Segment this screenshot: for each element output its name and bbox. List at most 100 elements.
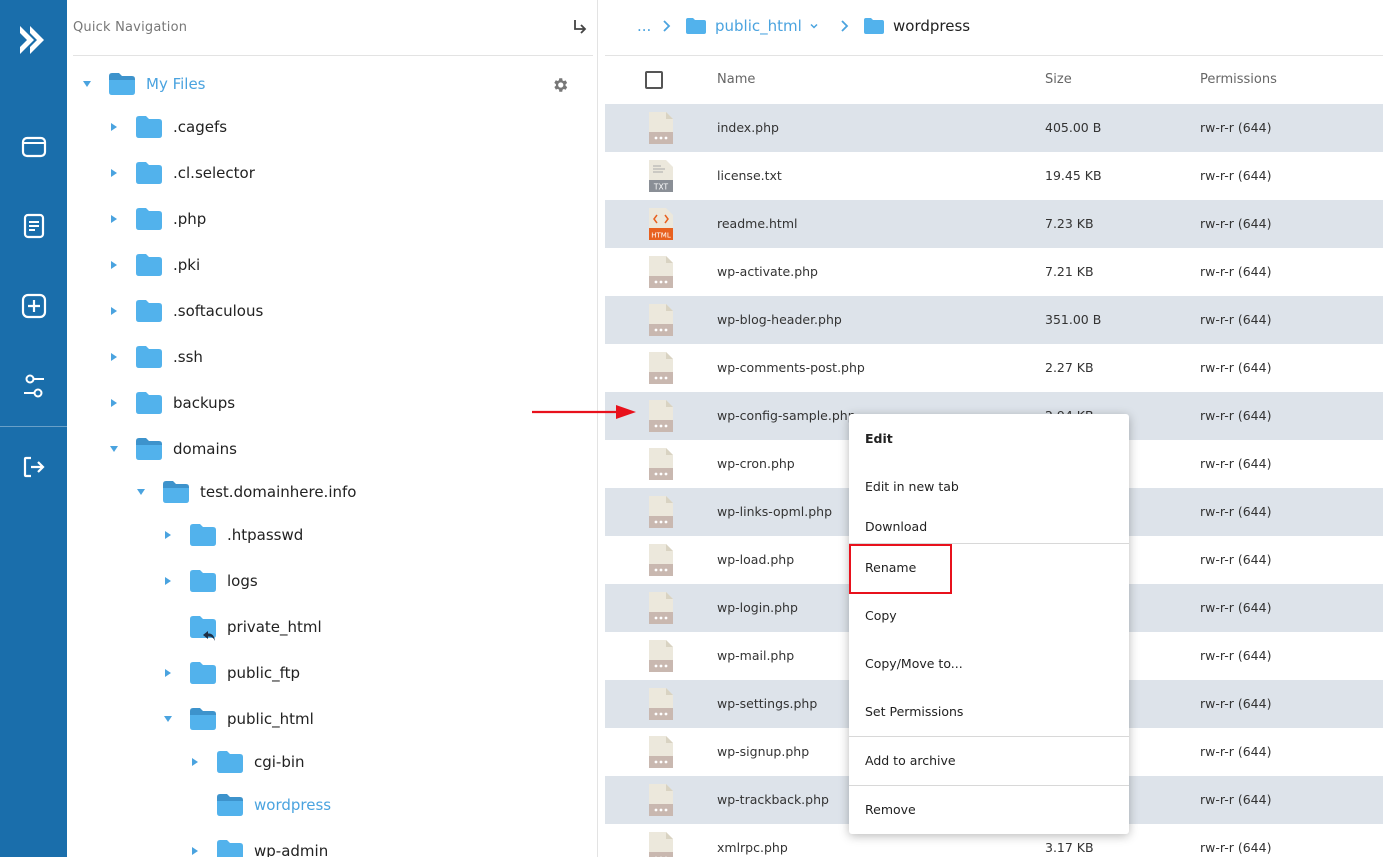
menu-item-copy-move[interactable]: Copy/Move to... <box>849 656 1129 671</box>
tree-item[interactable]: public_html <box>162 701 314 737</box>
file-name: wp-signup.php <box>717 744 810 759</box>
caret-right-icon[interactable] <box>162 667 174 679</box>
table-row[interactable]: HTML readme.html 7.23 KB rw-r-r (644) <box>605 200 1383 248</box>
caret-right-icon[interactable] <box>189 756 201 768</box>
file-name: index.php <box>717 120 779 135</box>
php-file-icon <box>647 495 675 529</box>
menu-item-remove[interactable]: Remove <box>849 802 1129 817</box>
tree-item-label: .ssh <box>173 348 203 366</box>
logout-icon[interactable] <box>0 437 67 497</box>
tree-item-label: My Files <box>146 75 206 93</box>
caret-right-icon[interactable] <box>162 575 174 587</box>
tree-item-label: .cagefs <box>173 118 228 136</box>
tree-item[interactable]: logs <box>162 563 258 599</box>
tree-item-label: private_html <box>227 618 322 636</box>
caret-right-icon[interactable] <box>162 529 174 541</box>
caret-spacer <box>189 799 201 811</box>
files-icon[interactable] <box>0 116 67 176</box>
tree-item[interactable]: .pki <box>108 247 200 283</box>
folder-open-icon <box>162 480 190 504</box>
select-all-checkbox[interactable] <box>645 71 663 89</box>
chevron-down-icon[interactable] <box>808 20 820 32</box>
file-name: wp-links-opml.php <box>717 504 833 519</box>
column-header-size[interactable]: Size <box>1045 72 1072 87</box>
folder-icon <box>135 115 163 139</box>
breadcrumb-wordpress[interactable]: wordpress <box>863 14 970 38</box>
menu-item-download[interactable]: Download <box>849 519 1129 534</box>
caret-right-icon[interactable] <box>108 167 120 179</box>
folder-icon <box>135 207 163 231</box>
folder-icon <box>135 161 163 185</box>
column-header-permissions[interactable]: Permissions <box>1200 72 1277 87</box>
tree-item[interactable]: .cl.selector <box>108 155 255 191</box>
folder-icon <box>135 345 163 369</box>
gear-icon[interactable] <box>551 76 569 94</box>
tree-item-label: public_html <box>227 710 314 728</box>
table-row[interactable]: index.php 405.00 B rw-r-r (644) <box>605 104 1383 152</box>
menu-item-edit[interactable]: Edit <box>849 431 1129 446</box>
tree-item[interactable]: wp-admin <box>189 833 328 857</box>
php-file-icon <box>647 351 675 385</box>
quick-navigation[interactable]: Quick Navigation <box>73 0 593 56</box>
add-icon[interactable] <box>0 276 67 336</box>
php-file-icon <box>647 639 675 673</box>
table-row[interactable]: wp-blog-header.php 351.00 B rw-r-r (644) <box>605 296 1383 344</box>
caret-down-icon[interactable] <box>162 713 174 725</box>
tree-item[interactable]: public_ftp <box>162 655 300 691</box>
php-file-icon <box>647 255 675 289</box>
php-file-icon <box>647 735 675 769</box>
go-arrow-icon[interactable] <box>569 16 591 38</box>
php-file-icon <box>647 447 675 481</box>
tree-item[interactable]: .ssh <box>108 339 203 375</box>
svg-text:HTML: HTML <box>651 232 671 240</box>
quick-navigation-input[interactable]: Quick Navigation <box>73 20 187 35</box>
menu-item-copy[interactable]: Copy <box>849 608 1129 623</box>
caret-down-icon[interactable] <box>135 486 147 498</box>
table-row[interactable]: TXT license.txt 19.45 KB rw-r-r (644) <box>605 152 1383 200</box>
folder-tree-panel: Quick Navigation My Files .cagefs .cl.sele… <box>67 0 598 857</box>
caret-right-icon[interactable] <box>108 351 120 363</box>
logo-icon[interactable] <box>0 10 67 70</box>
tree-root-my-files[interactable]: My Files <box>81 66 206 102</box>
tree-item[interactable]: test.domainhere.info <box>135 474 356 510</box>
table-row[interactable]: wp-activate.php 7.21 KB rw-r-r (644) <box>605 248 1383 296</box>
tree-item[interactable]: domains <box>108 431 237 467</box>
menu-item-edit-new-tab[interactable]: Edit in new tab <box>849 479 1129 494</box>
breadcrumb-ellipsis[interactable]: ... <box>637 14 651 38</box>
tree-item-label: .cl.selector <box>173 164 255 182</box>
tree-item[interactable]: .softaculous <box>108 293 263 329</box>
menu-item-set-permissions[interactable]: Set Permissions <box>849 704 1129 719</box>
document-icon[interactable] <box>0 196 67 256</box>
caret-right-icon[interactable] <box>108 213 120 225</box>
column-header-name[interactable]: Name <box>717 72 755 87</box>
table-row[interactable]: wp-comments-post.php 2.27 KB rw-r-r (644) <box>605 344 1383 392</box>
caret-right-icon[interactable] <box>189 845 201 857</box>
caret-down-icon[interactable] <box>108 443 120 455</box>
tree-item[interactable]: .cagefs <box>108 109 227 145</box>
caret-right-icon[interactable] <box>108 259 120 271</box>
caret-right-icon[interactable] <box>108 121 120 133</box>
file-permissions: rw-r-r (644) <box>1200 120 1272 135</box>
file-size: 7.23 KB <box>1045 216 1094 231</box>
tree-item-label: public_ftp <box>227 664 301 682</box>
caret-spacer <box>162 621 174 633</box>
html-file-icon: HTML <box>647 207 675 241</box>
menu-item-add-archive[interactable]: Add to archive <box>849 753 1129 768</box>
caret-down-icon[interactable] <box>81 78 93 90</box>
caret-right-icon[interactable] <box>108 305 120 317</box>
breadcrumb-separator-icon <box>841 20 849 32</box>
tree-item[interactable]: .php <box>108 201 206 237</box>
php-file-icon <box>647 687 675 721</box>
menu-item-rename[interactable]: Rename <box>849 560 1129 575</box>
tree-item[interactable]: .htpasswd <box>162 517 303 553</box>
tree-item[interactable]: backups <box>108 385 235 421</box>
tree-item[interactable]: cgi-bin <box>189 744 305 780</box>
caret-right-icon[interactable] <box>108 397 120 409</box>
breadcrumb-public-html[interactable]: public_html <box>685 14 820 38</box>
file-name: readme.html <box>717 216 798 231</box>
tree-item[interactable]: private_html <box>162 609 322 645</box>
tree-item-label: wordpress <box>254 796 332 814</box>
tree-item[interactable]: wordpress <box>189 787 331 823</box>
settings-sliders-icon[interactable] <box>0 356 67 416</box>
tree-item-label: test.domainhere.info <box>200 483 357 501</box>
